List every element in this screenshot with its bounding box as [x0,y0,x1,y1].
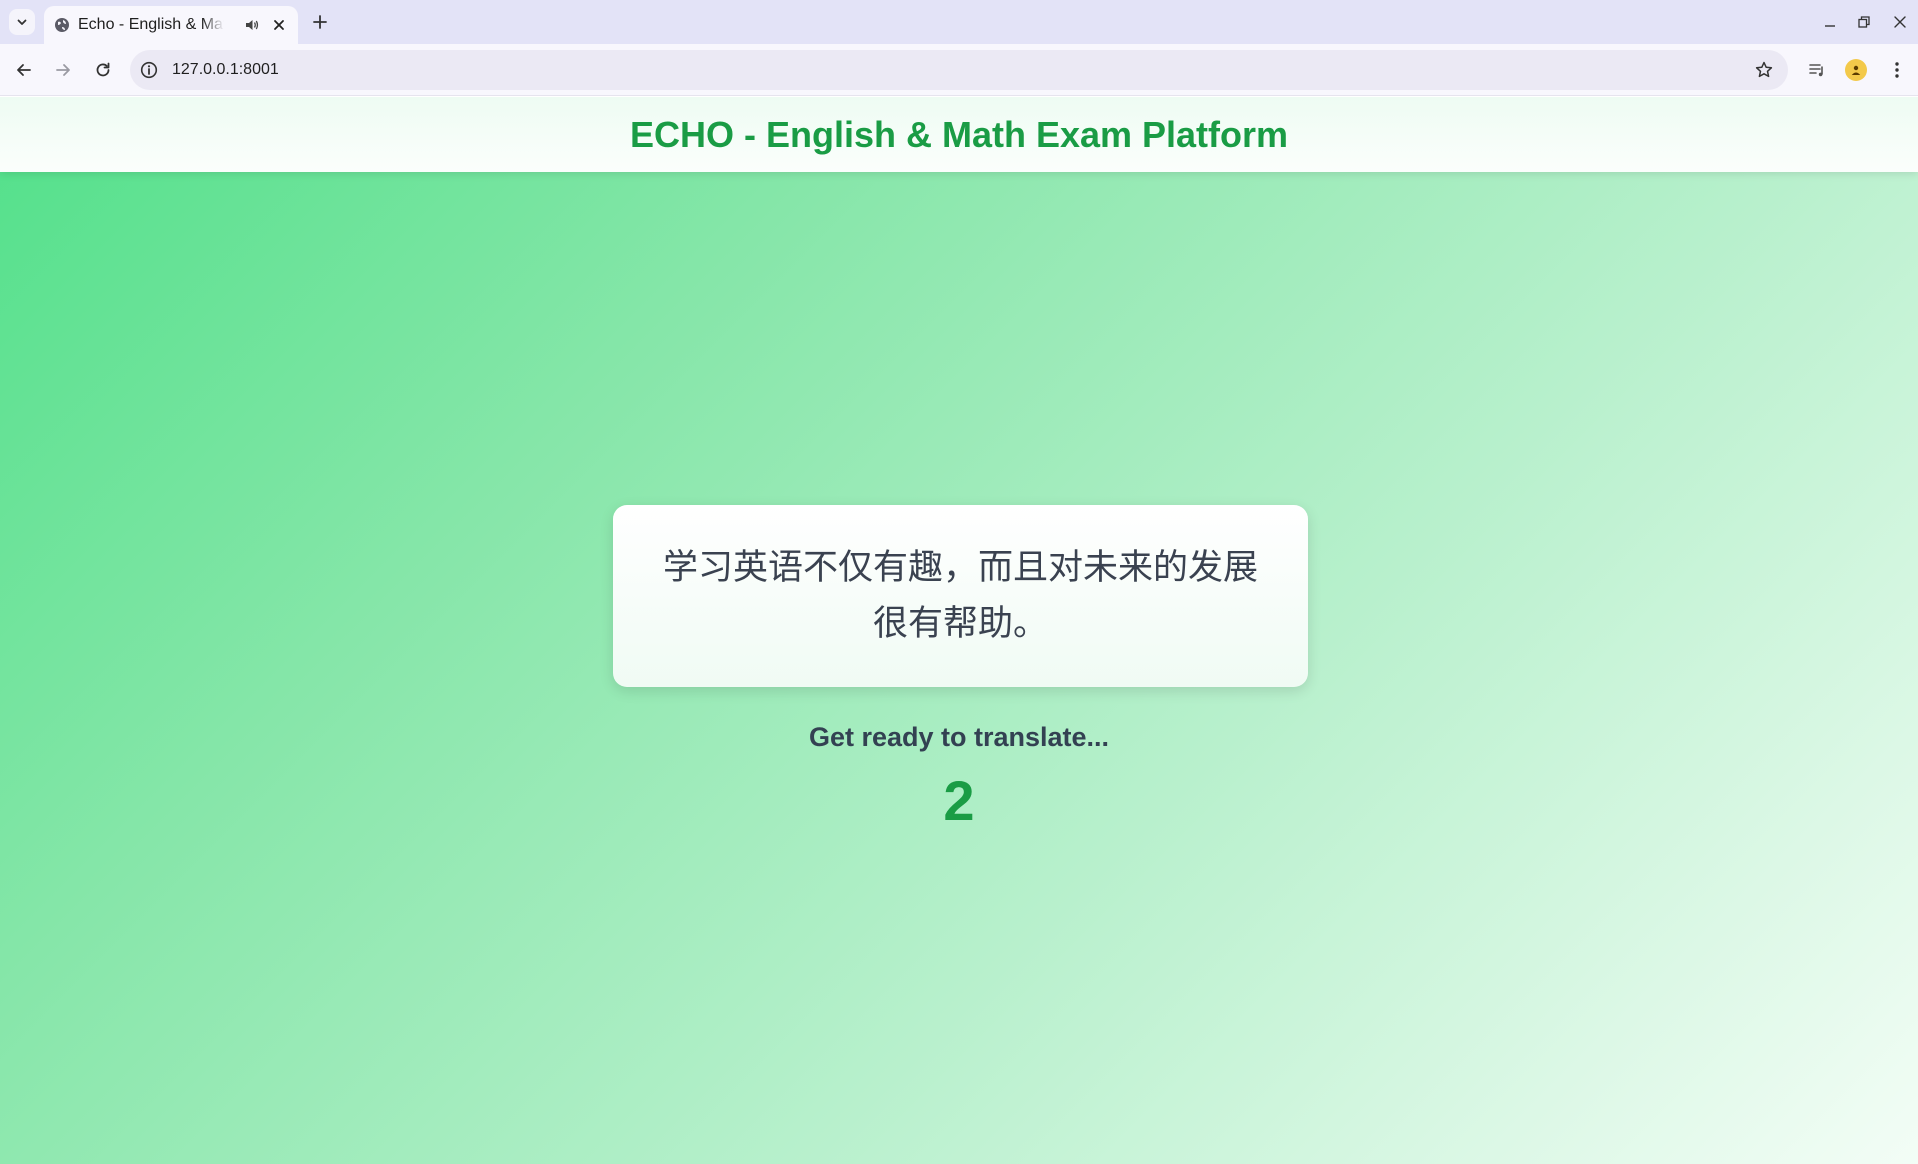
chevron-down-icon [17,19,27,25]
restore-button[interactable] [1852,10,1876,34]
tab-title: Echo - English & Math Exam Platform [78,16,224,33]
close-icon [274,20,284,30]
restore-icon [1858,16,1870,28]
minimize-button[interactable] [1818,10,1842,34]
back-button[interactable] [11,57,37,83]
media-control-icon [1809,64,1823,77]
star-icon[interactable] [1754,60,1774,80]
close-window-button[interactable] [1888,10,1912,34]
page-title: ECHO - English & Math Exam Platform [629,113,1289,155]
reload-button[interactable] [90,57,116,83]
browser-tab-active[interactable]: Echo - English & Math Exam Platform [44,6,298,44]
new-tab-button[interactable] [308,10,332,34]
app-header: ECHO - English & Math Exam Platform [0,97,1918,172]
minimize-icon [1825,25,1835,27]
globe-icon [55,18,69,32]
address-bar[interactable]: 127.0.0.1:8001 [130,50,1788,90]
info-icon[interactable] [140,61,158,79]
countdown-number: 2 [943,769,975,832]
prompt-card: 学习英语不仅有趣，而且对未来的发展很有帮助。 [613,505,1308,687]
speaker-icon[interactable] [244,17,260,33]
kebab-menu-icon [1895,62,1899,78]
tab-list-button[interactable] [9,9,35,35]
reload-icon [96,62,110,77]
plus-icon [313,15,327,29]
avatar-icon [1851,65,1861,75]
close-icon [1894,16,1906,28]
forward-button[interactable] [50,57,76,83]
status-message: Get ready to translate... [808,722,1110,752]
arrow-right-icon [56,64,70,76]
media-control-button[interactable] [1804,57,1830,83]
source-sentence: 学习英语不仅有趣，而且对未来的发展很有帮助。 [662,548,1258,644]
arrow-left-icon [17,64,31,76]
menu-button[interactable] [1884,57,1910,83]
page-viewport: ECHO - English & Math Exam Platform 学习英语… [0,97,1918,1164]
browser-tab-bar: Echo - English & Math Exam Platform [0,0,1918,44]
url-text: 127.0.0.1:8001 [172,61,279,78]
browser-toolbar: 127.0.0.1:8001 [0,44,1918,96]
profile-button[interactable] [1843,57,1869,83]
close-tab-button[interactable] [270,16,288,34]
avatar [1845,59,1867,81]
